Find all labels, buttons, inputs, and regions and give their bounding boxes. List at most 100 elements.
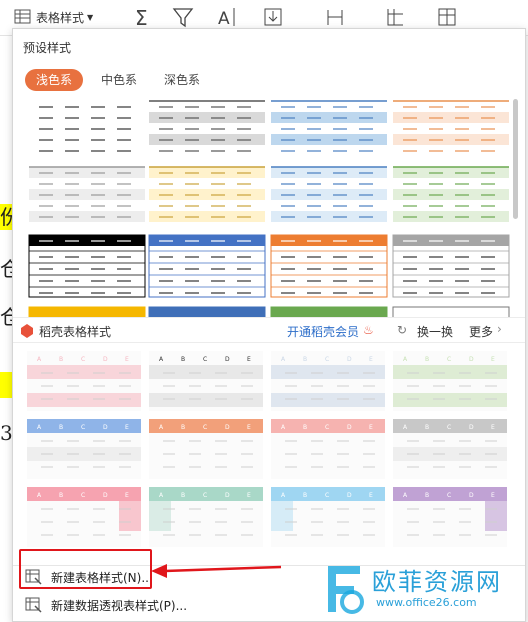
preset-style-thumb[interactable] bbox=[148, 234, 266, 298]
col-letter: E bbox=[369, 356, 373, 363]
preset-style-grid bbox=[21, 99, 511, 323]
col-letter: C bbox=[81, 424, 85, 431]
preset-style-thumb[interactable] bbox=[270, 234, 388, 298]
col-letter: D bbox=[347, 492, 352, 499]
tab-light[interactable]: 浅色系 bbox=[25, 69, 84, 91]
col-letter: E bbox=[125, 492, 129, 499]
highlight-box bbox=[19, 549, 152, 589]
col-letter: D bbox=[103, 356, 108, 363]
col-letter: D bbox=[103, 492, 108, 499]
fill-icon[interactable] bbox=[262, 6, 284, 28]
premium-style-grid: ABCDEABCDEABCDEABCDEABCDEABCDEABCDEABCDE… bbox=[21, 351, 511, 563]
tab-dark[interactable]: 深色系 bbox=[153, 69, 211, 91]
col-letter: B bbox=[181, 424, 185, 431]
row-col-icon[interactable] bbox=[324, 6, 346, 28]
svg-text:Σ: Σ bbox=[135, 6, 148, 28]
col-letter: E bbox=[247, 356, 251, 363]
col-letter: C bbox=[203, 356, 207, 363]
col-letter: D bbox=[347, 424, 352, 431]
sort-icon[interactable]: A bbox=[216, 6, 238, 28]
daoke-logo-icon bbox=[21, 324, 33, 338]
col-letter: C bbox=[81, 356, 85, 363]
col-letter: B bbox=[181, 356, 185, 363]
refresh-icon[interactable]: ↻ bbox=[397, 323, 407, 337]
col-letter: D bbox=[225, 492, 230, 499]
watermark: 欧菲资源网 www.office26.com bbox=[320, 556, 525, 620]
col-letter: E bbox=[369, 492, 373, 499]
preset-style-thumb[interactable] bbox=[29, 101, 145, 157]
preset-style-thumb[interactable] bbox=[393, 166, 509, 223]
table-style-button[interactable]: 表格样式 ▼ bbox=[14, 6, 93, 28]
col-letter: D bbox=[103, 424, 108, 431]
col-letter: B bbox=[425, 492, 429, 499]
col-letter: E bbox=[491, 492, 495, 499]
premium-style-thumb[interactable]: ABCDE bbox=[393, 351, 507, 411]
premium-style-thumb[interactable]: ABCDE bbox=[27, 487, 141, 547]
watermark-url: www.office26.com bbox=[376, 596, 477, 609]
premium-style-thumb[interactable]: ABCDE bbox=[149, 419, 263, 479]
freeze-pane-icon[interactable] bbox=[384, 6, 406, 28]
preset-style-thumb[interactable] bbox=[149, 100, 265, 157]
col-letter: C bbox=[325, 492, 329, 499]
col-letter: D bbox=[469, 356, 474, 363]
new-pivot-style-icon bbox=[25, 597, 42, 613]
premium-member-link[interactable]: 开通稻壳会员 bbox=[287, 323, 359, 340]
col-letter: C bbox=[447, 356, 451, 363]
preset-style-thumb[interactable] bbox=[29, 166, 145, 223]
more-button[interactable]: 更多 bbox=[469, 323, 493, 340]
col-letter: E bbox=[491, 424, 495, 431]
col-letter: D bbox=[347, 356, 352, 363]
col-letter: B bbox=[303, 492, 307, 499]
premium-style-thumb[interactable]: ABCDE bbox=[393, 487, 507, 547]
preset-style-thumb[interactable] bbox=[392, 234, 510, 298]
table-style-label: 表格样式 bbox=[36, 10, 85, 25]
filter-icon[interactable] bbox=[172, 6, 194, 28]
red-arrow-icon bbox=[151, 564, 282, 578]
col-letter: E bbox=[247, 424, 251, 431]
col-letter: C bbox=[81, 492, 85, 499]
flame-icon: ♨ bbox=[363, 323, 374, 337]
premium-style-thumb[interactable]: ABCDE bbox=[271, 419, 385, 479]
premium-style-thumb[interactable]: ABCDE bbox=[27, 351, 141, 411]
col-letter: B bbox=[181, 492, 185, 499]
col-letter: D bbox=[225, 356, 230, 363]
premium-style-thumb[interactable]: ABCDE bbox=[393, 419, 507, 479]
preset-style-thumb[interactable] bbox=[271, 166, 387, 223]
premium-style-thumb[interactable]: ABCDE bbox=[149, 351, 263, 411]
premium-style-thumb[interactable]: ABCDE bbox=[271, 487, 385, 547]
preset-style-thumb[interactable] bbox=[149, 166, 265, 223]
col-letter: C bbox=[325, 356, 329, 363]
col-letter: B bbox=[425, 356, 429, 363]
preset-style-title: 预设样式 bbox=[23, 41, 72, 55]
preset-style-thumb[interactable] bbox=[271, 100, 387, 157]
col-letter: C bbox=[203, 424, 207, 431]
preset-style-thumb[interactable] bbox=[393, 100, 509, 157]
scrollbar[interactable] bbox=[513, 99, 518, 219]
col-letter: E bbox=[369, 424, 373, 431]
watermark-name: 欧菲资源网 bbox=[372, 568, 502, 596]
col-letter: B bbox=[303, 424, 307, 431]
preset-style-thumb[interactable] bbox=[28, 234, 146, 298]
table-style-dropdown: 预设样式 浅色系 中色系 深色系 稻壳表格样式 开通稻壳会员 ♨ ↻ 换一换 更… bbox=[12, 28, 526, 622]
col-letter: B bbox=[425, 424, 429, 431]
premium-style-thumb[interactable]: ABCDE bbox=[149, 487, 263, 547]
table-tools-icon[interactable] bbox=[436, 6, 458, 28]
premium-style-thumb[interactable]: ABCDE bbox=[271, 351, 385, 411]
col-letter: D bbox=[469, 424, 474, 431]
premium-style-thumb[interactable]: ABCDE bbox=[27, 419, 141, 479]
preset-thumbnails bbox=[28, 100, 510, 323]
col-letter: C bbox=[447, 424, 451, 431]
new-pivot-style-item[interactable]: 新建数据透视表样式(P)... bbox=[19, 592, 187, 618]
col-letter: B bbox=[59, 356, 63, 363]
refresh-button[interactable]: 换一换 bbox=[417, 323, 453, 340]
col-letter: D bbox=[469, 492, 474, 499]
svg-text:A: A bbox=[218, 9, 230, 28]
sum-icon[interactable]: Σ bbox=[132, 6, 154, 28]
watermark-logo-icon bbox=[328, 566, 364, 614]
tab-medium[interactable]: 中色系 bbox=[90, 69, 148, 91]
col-letter: B bbox=[59, 492, 63, 499]
col-letter: C bbox=[203, 492, 207, 499]
col-letter: C bbox=[325, 424, 329, 431]
table-style-icon bbox=[14, 9, 31, 24]
chevron-right-icon[interactable]: › bbox=[497, 322, 502, 336]
